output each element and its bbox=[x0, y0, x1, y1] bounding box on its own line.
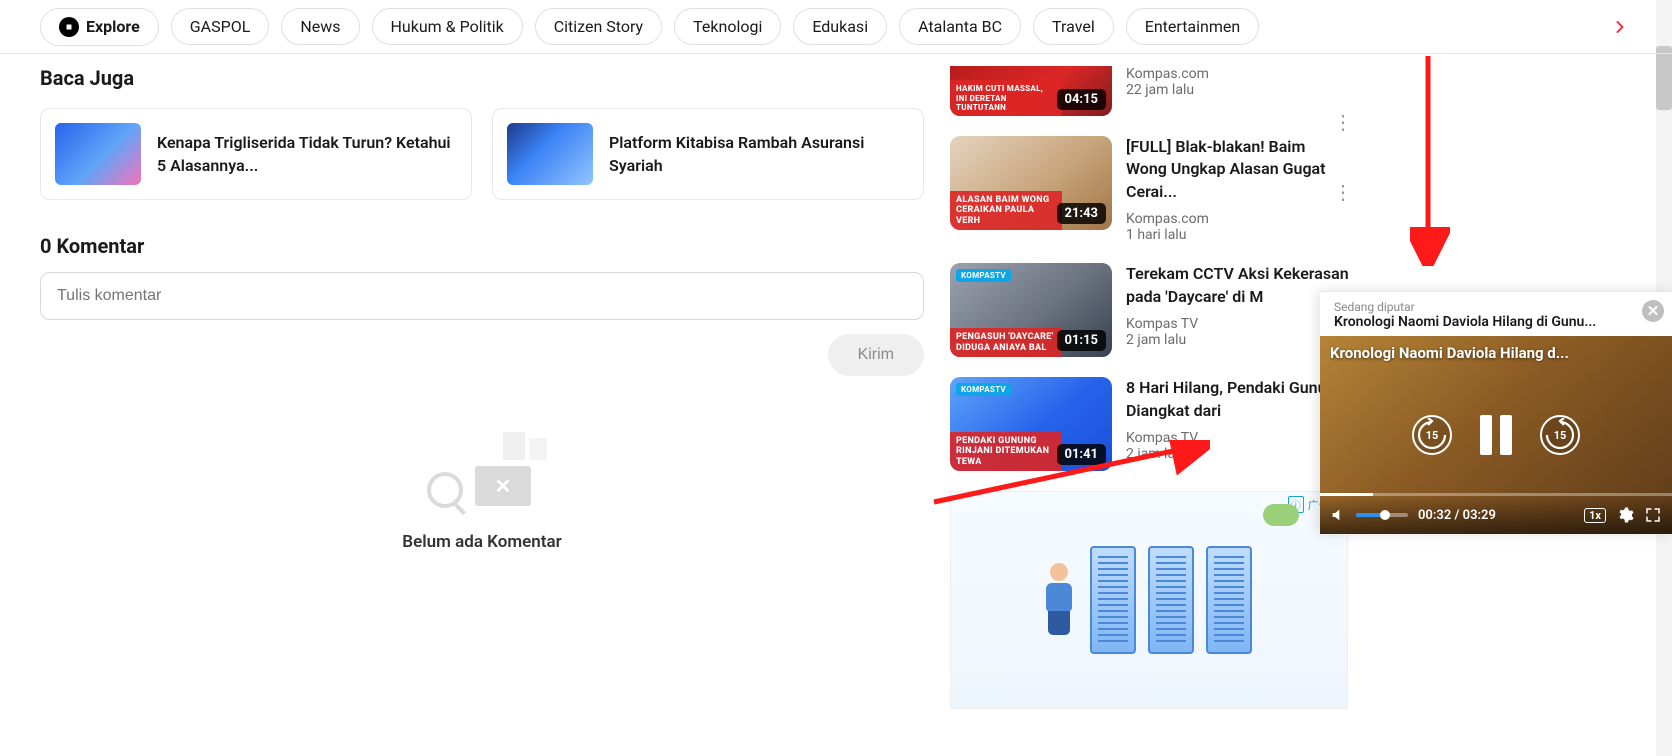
channel-badge: KOMPASTV bbox=[956, 383, 1011, 396]
nav-entertainment[interactable]: Entertainmen bbox=[1126, 8, 1259, 45]
article-title: Kenapa Trigliserida Tidak Turun? Ketahui… bbox=[157, 131, 457, 177]
volume-icon[interactable] bbox=[1330, 507, 1346, 523]
video-duration: 21:43 bbox=[1057, 203, 1107, 224]
forward-15-icon[interactable]: 15 bbox=[1540, 415, 1580, 455]
video-thumb: KOMPASTV PENGASUH 'DAYCARE' DIDUGA ANIAY… bbox=[950, 263, 1112, 357]
empty-comments: ✕ Belum ada Komentar bbox=[40, 406, 924, 552]
video-item[interactable]: KOMPASTV PENGASUH 'DAYCARE' DIDUGA ANIAY… bbox=[950, 263, 1350, 357]
also-read-card[interactable]: Kenapa Trigliserida Tidak Turun? Ketahui… bbox=[40, 108, 472, 200]
fullscreen-icon[interactable] bbox=[1644, 506, 1662, 524]
article-title: Platform Kitabisa Rambah Asuransi Syaria… bbox=[609, 131, 909, 177]
video-source: Kompas TV bbox=[1126, 430, 1350, 446]
nav-travel[interactable]: Travel bbox=[1033, 8, 1114, 45]
article-thumb bbox=[55, 123, 141, 185]
compass-icon bbox=[59, 17, 79, 37]
close-icon[interactable]: ✕ bbox=[1642, 300, 1664, 322]
scrollbar-thumb[interactable] bbox=[1656, 46, 1672, 110]
video-overlay-title: Kronologi Naomi Daviola Hilang d... bbox=[1330, 344, 1662, 362]
also-read-heading: Baca Juga bbox=[40, 66, 924, 90]
floating-video-player: Sedang diputar Kronologi Naomi Daviola H… bbox=[1320, 291, 1672, 534]
top-nav: Explore GASPOL News Hukum & Politik Citi… bbox=[0, 0, 1672, 54]
empty-text: Belum ada Komentar bbox=[40, 532, 924, 552]
video-time: 1 hari lalu bbox=[1126, 227, 1350, 243]
nav-label: Explore bbox=[86, 17, 140, 36]
also-read-card[interactable]: Platform Kitabisa Rambah Asuransi Syaria… bbox=[492, 108, 924, 200]
nav-hukum-politik[interactable]: Hukum & Politik bbox=[372, 8, 523, 45]
nav-atalanta-bc[interactable]: Atalanta BC bbox=[899, 8, 1021, 45]
thumb-caption: HAKIM CUTI MASSAL, INI DERETAN TUNTUTANN bbox=[950, 80, 1062, 116]
ad-banner[interactable]: ⓘ 广告 ✕ bbox=[950, 491, 1348, 709]
video-item[interactable]: HAKIM CUTI MASSAL, INI DERETAN TUNTUTANN… bbox=[950, 66, 1350, 116]
time-display: 00:32 / 03:29 bbox=[1418, 508, 1496, 523]
send-comment-button[interactable]: Kirim bbox=[828, 334, 924, 376]
more-icon[interactable]: ⋮ bbox=[1333, 110, 1352, 134]
speed-button[interactable]: 1x bbox=[1584, 508, 1606, 523]
video-title: [FULL] Blak-blakan! Baim Wong Ungkap Ala… bbox=[1126, 136, 1350, 203]
settings-icon[interactable] bbox=[1616, 506, 1634, 524]
thumb-caption: PENGASUH 'DAYCARE' DIDUGA ANIAYA BAL bbox=[950, 328, 1062, 357]
volume-slider[interactable] bbox=[1356, 513, 1408, 517]
thumb-caption: ALASAN BAIM WONG CERAIKAN PAULA VERH bbox=[950, 191, 1062, 230]
nav-gaspol[interactable]: GASPOL bbox=[171, 8, 270, 45]
video-source: Kompas.com bbox=[1126, 211, 1350, 227]
video-duration: 01:41 bbox=[1057, 444, 1107, 465]
video-thumb: HAKIM CUTI MASSAL, INI DERETAN TUNTUTANN… bbox=[950, 66, 1112, 116]
video-thumb: KOMPASTV PENDAKI GUNUNG RINJANI DITEMUKA… bbox=[950, 377, 1112, 471]
empty-illustration: ✕ bbox=[417, 428, 547, 518]
rewind-15-icon[interactable]: 15 bbox=[1412, 415, 1452, 455]
video-title: 8 Hari Hilang, Pendaki Gunung Diangkat d… bbox=[1126, 377, 1350, 422]
video-time: 22 jam lalu bbox=[1126, 82, 1350, 98]
video-item[interactable]: KOMPASTV PENDAKI GUNUNG RINJANI DITEMUKA… bbox=[950, 377, 1350, 471]
video-item[interactable]: ALASAN BAIM WONG CERAIKAN PAULA VERH 21:… bbox=[950, 136, 1350, 243]
video-source: Kompas TV bbox=[1126, 316, 1350, 332]
video-duration: 04:15 bbox=[1057, 89, 1107, 110]
video-title: Terekam CCTV Aksi Kekerasan pada 'Daycar… bbox=[1126, 263, 1350, 308]
nav-edukasi[interactable]: Edukasi bbox=[793, 8, 887, 45]
video-frame[interactable]: Kronologi Naomi Daviola Hilang d... 15 1… bbox=[1320, 336, 1672, 534]
also-read-list: Kenapa Trigliserida Tidak Turun? Ketahui… bbox=[40, 108, 924, 200]
video-time: 2 jam lalu bbox=[1126, 446, 1350, 462]
nav-teknologi[interactable]: Teknologi bbox=[674, 8, 781, 45]
article-thumb bbox=[507, 123, 593, 185]
comment-input[interactable] bbox=[40, 272, 924, 320]
ad-illustration bbox=[951, 492, 1347, 708]
player-title: Kronologi Naomi Daviola Hilang di Gunu..… bbox=[1334, 314, 1658, 330]
video-thumb: ALASAN BAIM WONG CERAIKAN PAULA VERH 21:… bbox=[950, 136, 1112, 230]
nav-citizen-story[interactable]: Citizen Story bbox=[535, 8, 662, 45]
player-status: Sedang diputar bbox=[1334, 300, 1658, 314]
video-time: 2 jam lalu bbox=[1126, 332, 1350, 348]
pause-icon[interactable] bbox=[1480, 415, 1512, 455]
video-sidebar: HAKIM CUTI MASSAL, INI DERETAN TUNTUTANN… bbox=[950, 66, 1350, 709]
nav-news[interactable]: News bbox=[281, 8, 359, 45]
video-source: Kompas.com bbox=[1126, 66, 1350, 82]
comment-count: 0 Komentar bbox=[40, 234, 924, 258]
nav-scroll-right-icon[interactable] bbox=[1608, 15, 1632, 39]
nav-explore[interactable]: Explore bbox=[40, 8, 159, 46]
more-icon[interactable]: ⋮ bbox=[1333, 180, 1352, 204]
video-duration: 01:15 bbox=[1057, 330, 1107, 351]
channel-badge: KOMPASTV bbox=[956, 269, 1011, 282]
main-content: Baca Juga Kenapa Trigliserida Tidak Turu… bbox=[40, 66, 924, 709]
thumb-caption: PENDAKI GUNUNG RINJANI DITEMUKAN TEWA bbox=[950, 432, 1062, 471]
